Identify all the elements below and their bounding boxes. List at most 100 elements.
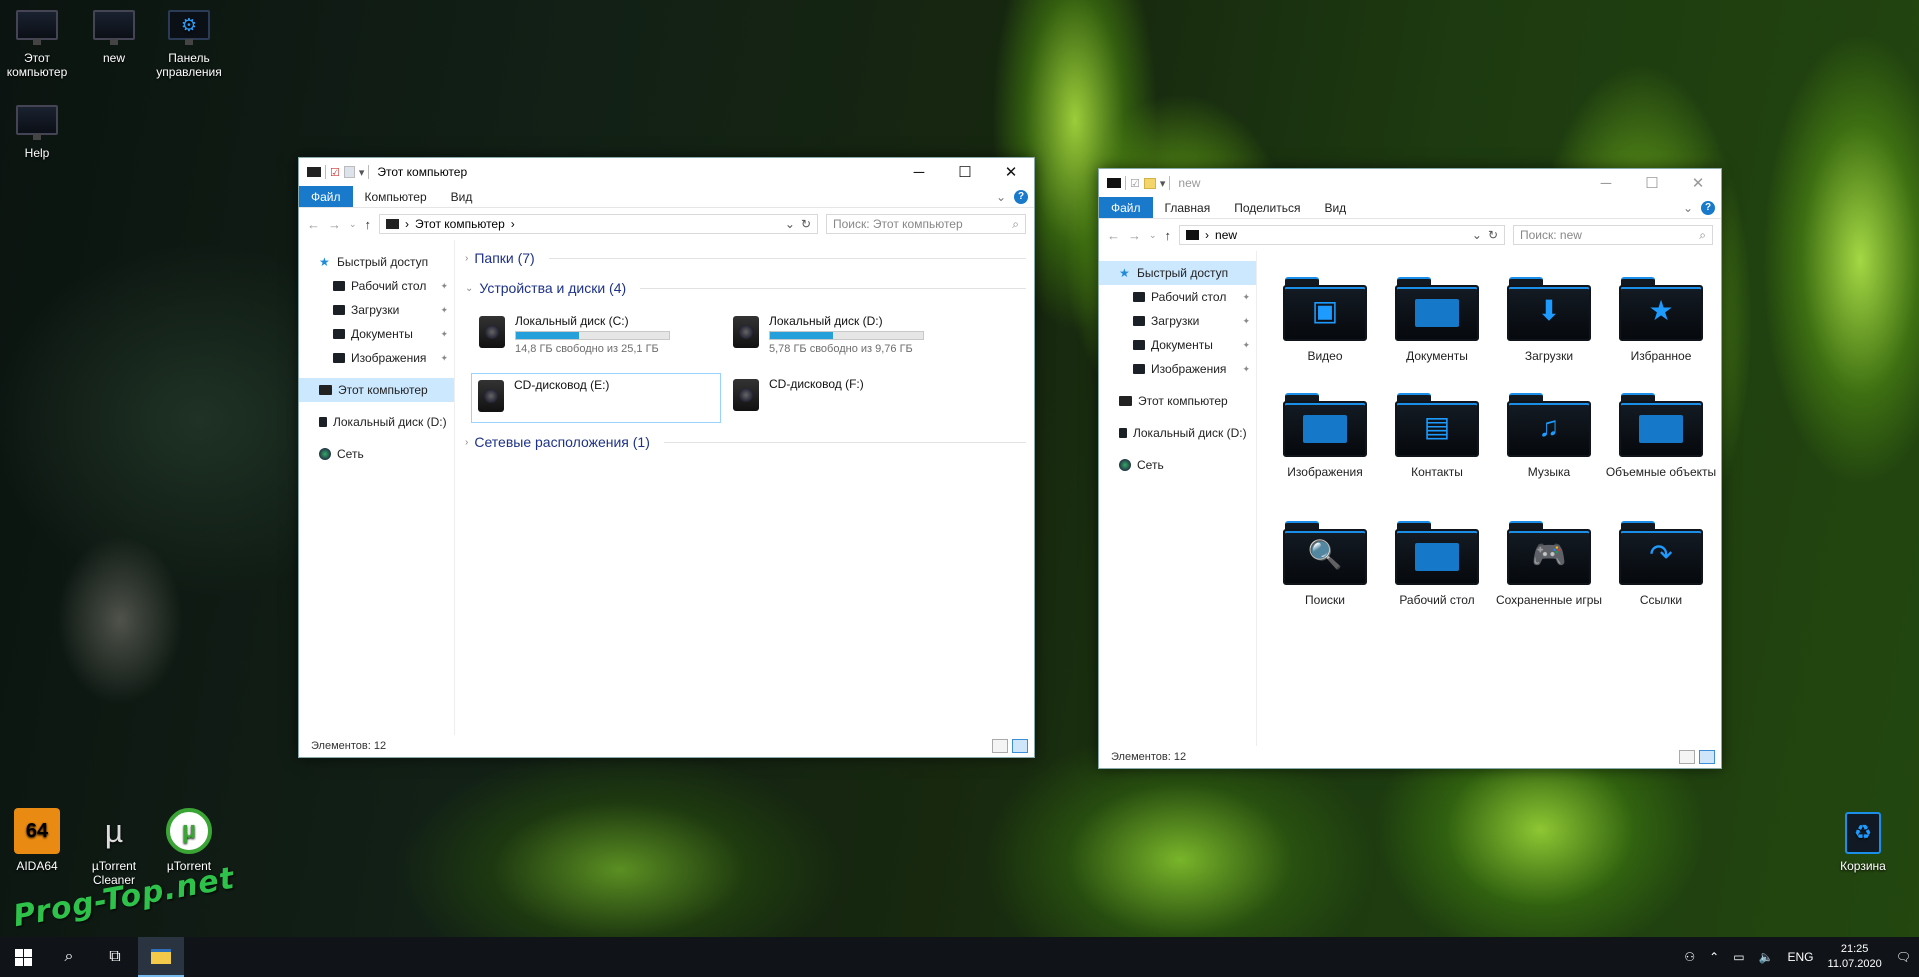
minimize-button[interactable]: ─ [896, 158, 942, 186]
drive-e[interactable]: CD-дисковод (E:) [471, 373, 721, 423]
customize-chevron-icon[interactable]: ▾ [359, 166, 365, 179]
expand-ribbon-icon[interactable]: ⌄ [996, 190, 1006, 204]
desktop-icon-control-panel[interactable]: ⚙ Панель управления [152, 10, 226, 79]
desktop-icon-this-pc[interactable]: Этот компьютер [0, 10, 74, 79]
close-button[interactable]: ✕ [1675, 169, 1721, 197]
search-input[interactable]: Поиск: new ⌕ [1513, 225, 1713, 245]
nav-desktop[interactable]: Рабочий стол ✦ [1099, 285, 1256, 309]
folder-music[interactable]: ♫ Музыка [1493, 391, 1605, 480]
people-icon[interactable]: ⚇ [1684, 950, 1695, 964]
forward-icon[interactable]: → [1128, 228, 1141, 243]
nav-downloads[interactable]: Загрузки ✦ [299, 298, 454, 322]
tab-file[interactable]: Файл [1099, 197, 1153, 218]
clock[interactable]: 21:25 11.07.2020 [1828, 942, 1882, 972]
refresh-icon[interactable]: ↻ [1488, 228, 1498, 242]
desktop-icon-aida64[interactable]: 64 AIDA64 [0, 808, 74, 873]
breadcrumb[interactable]: new [1215, 228, 1237, 242]
tab-computer[interactable]: Компьютер [353, 186, 439, 207]
minimize-button[interactable]: ─ [1583, 169, 1629, 197]
nav-images[interactable]: Изображения ✦ [1099, 357, 1256, 381]
back-icon[interactable]: ← [1107, 228, 1120, 243]
group-network[interactable]: › Сетевые расположения (1) [465, 430, 1026, 454]
folder-contacts[interactable]: ▤ Контакты [1381, 391, 1493, 480]
large-icons-view-button[interactable] [1012, 739, 1028, 753]
nav-documents[interactable]: Документы ✦ [1099, 333, 1256, 357]
tab-view[interactable]: Вид [439, 186, 485, 207]
folder-video[interactable]: ▣ Видео [1269, 275, 1381, 364]
notification-icon[interactable]: 🗨 [1896, 950, 1911, 964]
chevron-down-icon[interactable]: ⌄ [785, 217, 795, 231]
volume-icon[interactable]: 🔈 [1759, 950, 1774, 964]
close-button[interactable]: ✕ [988, 158, 1034, 186]
start-button[interactable] [0, 937, 46, 977]
tab-file[interactable]: Файл [299, 186, 353, 207]
chevron-down-icon[interactable]: ⌄ [1472, 228, 1482, 242]
nav-local-disk-d[interactable]: Локальный диск (D:) [1099, 421, 1256, 445]
new-folder-icon[interactable] [343, 166, 355, 178]
network-tray-icon[interactable]: ▭ [1733, 950, 1744, 964]
properties-icon[interactable]: ☑ [1130, 177, 1140, 190]
desktop-icon-utorrent-cleaner[interactable]: µ µTorrent Cleaner [77, 808, 151, 887]
group-folders[interactable]: › Папки (7) [465, 246, 1026, 270]
drive-d[interactable]: Локальный диск (D:) 5,78 ГБ свободно из 9… [727, 310, 977, 359]
nav-downloads[interactable]: Загрузки ✦ [1099, 309, 1256, 333]
folder-documents[interactable]: Документы [1381, 275, 1493, 364]
documents-folder-icon [1395, 275, 1479, 343]
drive-c[interactable]: Локальный диск (C:) 14,8 ГБ свободно из 2… [473, 310, 723, 359]
maximize-button[interactable]: ☐ [942, 158, 988, 186]
expand-ribbon-icon[interactable]: ⌄ [1683, 201, 1693, 215]
desktop-icon-new[interactable]: new [77, 10, 151, 65]
nav-local-disk-d[interactable]: Локальный диск (D:) [299, 410, 454, 434]
help-icon[interactable]: ? [1014, 189, 1028, 204]
breadcrumb[interactable]: Этот компьютер [415, 217, 505, 231]
chevron-down-icon[interactable]: ⌄ [349, 219, 357, 230]
nav-documents[interactable]: Документы ✦ [299, 322, 454, 346]
tab-share[interactable]: Поделиться [1222, 197, 1312, 218]
new-folder-icon[interactable] [1143, 177, 1156, 189]
folder-icon [1133, 340, 1145, 350]
taskbar-file-explorer[interactable] [138, 937, 184, 977]
folder-desktop[interactable]: Рабочий стол [1381, 519, 1493, 608]
task-view-button[interactable]: ⧉ [92, 937, 138, 977]
nav-network[interactable]: Сеть [299, 442, 454, 466]
folder-downloads[interactable]: ⬇ Загрузки [1493, 275, 1605, 364]
forward-icon[interactable]: → [328, 217, 341, 232]
folder-3d-objects[interactable]: Объемные объекты [1605, 391, 1717, 480]
nav-this-pc[interactable]: Этот компьютер [299, 378, 454, 402]
folder-images[interactable]: Изображения [1269, 391, 1381, 480]
folder-saved-games[interactable]: 🎮 Сохраненные игры [1493, 519, 1605, 608]
language-indicator[interactable]: ENG [1788, 950, 1814, 964]
search-button[interactable]: ⌕ [46, 937, 92, 977]
nav-quick-access[interactable]: ★ Быстрый доступ [1099, 261, 1256, 285]
desktop-icon-help[interactable]: Help [0, 105, 74, 160]
details-view-button[interactable] [992, 739, 1008, 753]
up-icon[interactable]: ↑ [365, 217, 372, 232]
nav-quick-access[interactable]: ★ Быстрый доступ [299, 250, 454, 274]
desktop-icon-recycle-bin[interactable]: ♻ Корзина [1826, 812, 1900, 873]
folder-links[interactable]: ↷ Ссылки [1605, 519, 1717, 608]
nav-network[interactable]: Сеть [1099, 453, 1256, 477]
details-view-button[interactable] [1679, 750, 1695, 764]
customize-chevron-icon[interactable]: ▾ [1160, 177, 1166, 190]
drive-f[interactable]: CD-дисковод (F:) [727, 373, 977, 423]
folder-favorites[interactable]: ★ Избранное [1605, 275, 1717, 364]
tab-view[interactable]: Вид [1312, 197, 1358, 218]
address-bar[interactable]: › new ⌄ ↻ [1179, 225, 1505, 245]
back-icon[interactable]: ← [307, 217, 320, 232]
refresh-icon[interactable]: ↻ [801, 217, 811, 231]
search-input[interactable]: Поиск: Этот компьютер ⌕ [826, 214, 1026, 234]
maximize-button[interactable]: ☐ [1629, 169, 1675, 197]
group-devices[interactable]: ⌄ Устройства и диски (4) [465, 276, 1026, 300]
help-icon[interactable]: ? [1701, 200, 1715, 215]
up-icon[interactable]: ↑ [1165, 228, 1172, 243]
large-icons-view-button[interactable] [1699, 750, 1715, 764]
nav-images[interactable]: Изображения ✦ [299, 346, 454, 370]
address-bar[interactable]: › Этот компьютер › ⌄ ↻ [379, 214, 818, 234]
tab-home[interactable]: Главная [1153, 197, 1223, 218]
properties-icon[interactable]: ☑ [330, 166, 340, 179]
folder-searches[interactable]: 🔍 Поиски [1269, 519, 1381, 608]
nav-this-pc[interactable]: Этот компьютер [1099, 389, 1256, 413]
chevron-up-icon[interactable]: ⌃ [1709, 950, 1719, 964]
nav-desktop[interactable]: Рабочий стол ✦ [299, 274, 454, 298]
chevron-down-icon[interactable]: ⌄ [1149, 230, 1157, 241]
